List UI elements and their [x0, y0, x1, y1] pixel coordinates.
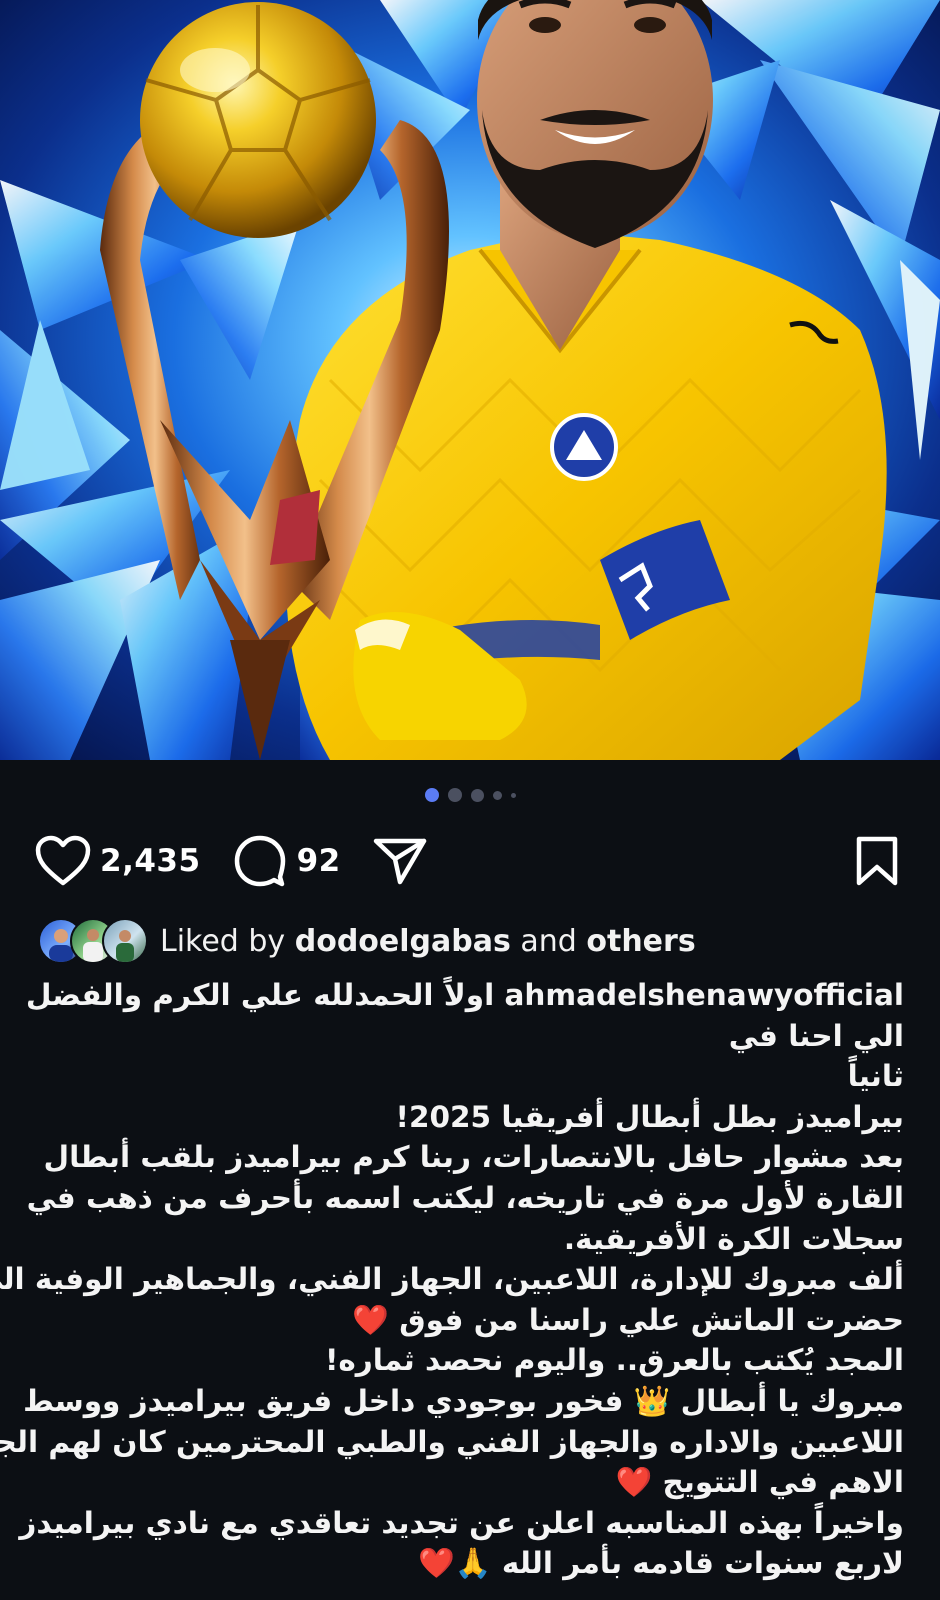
liked-by-row[interactable]: Liked by dodoelgabas and others — [38, 918, 696, 964]
avatar — [102, 918, 148, 964]
caption-line: الاهم في التتويج ❤️ — [615, 1465, 904, 1500]
comment-icon[interactable] — [231, 832, 289, 890]
player-trophy-photo — [0, 0, 940, 760]
caption-username[interactable]: ahmadelshenawyofficial — [504, 978, 904, 1012]
caption-line: سجلات الكرة الأفريقية. — [563, 1221, 904, 1256]
caption-line: لاربع سنوات قادمه بأمر الله 🙏❤️ — [418, 1546, 904, 1581]
liked-by-text: Liked by dodoelgabas and others — [160, 924, 696, 959]
caption-line-1: ahmadelshenawyofficial اولاً الحمدلله عل… — [26, 975, 904, 1016]
caption-line: مبروك يا أبطال 👑 فخور بوجودي داخل فريق ب… — [23, 1383, 904, 1418]
carousel-dot-2 — [447, 788, 462, 802]
caption-line: ألف مبروك للإدارة، اللاعبين، الجهاز الفن… — [0, 1262, 904, 1297]
liked-by-others[interactable]: others — [586, 924, 695, 959]
caption-line: بيراميدز بطل أبطال أفريقيا 2025! — [395, 1099, 904, 1134]
send-icon[interactable] — [371, 832, 429, 890]
liked-by-prefix: Liked by — [160, 923, 286, 959]
caption-line: واخيراً بهذه المناسبه اعلن عن تجديد تعاق… — [19, 1505, 904, 1540]
carousel-indicator — [0, 788, 940, 802]
share-action — [371, 832, 429, 890]
carousel-dot-1 — [424, 788, 439, 802]
caption-line: اللاعبين والاداره والجهاز الفني والطبي ا… — [0, 1424, 904, 1459]
carousel-dot-4 — [492, 790, 502, 800]
caption-line: الي احنا في — [728, 1018, 904, 1053]
post-image[interactable] — [0, 0, 940, 760]
caption-line: ثانياً — [847, 1059, 904, 1094]
caption-line: القارة لأول مرة في تاريخه، ليكتب اسمه بأ… — [26, 1180, 904, 1215]
caption-line: حضرت الماتش علي راسنا من فوق ❤️ — [352, 1302, 904, 1337]
comment-count[interactable]: 92 — [297, 843, 341, 879]
caption-line: بعد مشوار حافل بالانتصارات، ربنا كرم بير… — [43, 1140, 904, 1175]
comment-action: 92 — [231, 832, 371, 890]
liked-by-connector: and — [520, 923, 577, 959]
carousel-dot-3 — [470, 788, 484, 802]
liker-avatars[interactable] — [38, 918, 148, 964]
post-caption: ahmadelshenawyofficial اولاً الحمدلله عل… — [0, 975, 904, 1584]
caption-first-text: اولاً الحمدلله علي الكرم والفضل — [25, 978, 505, 1012]
caption-line: المجد يُكتب بالعرق.. واليوم نحصد ثماره! — [324, 1343, 904, 1378]
liked-by-user[interactable]: dodoelgabas — [295, 924, 511, 959]
carousel-dot-5 — [510, 792, 516, 798]
bookmark-icon[interactable] — [848, 832, 906, 890]
heart-icon[interactable] — [34, 832, 92, 890]
like-count[interactable]: 2,435 — [100, 843, 201, 879]
post-actions: 2,435 92 — [34, 833, 906, 889]
like-action: 2,435 — [34, 832, 231, 890]
